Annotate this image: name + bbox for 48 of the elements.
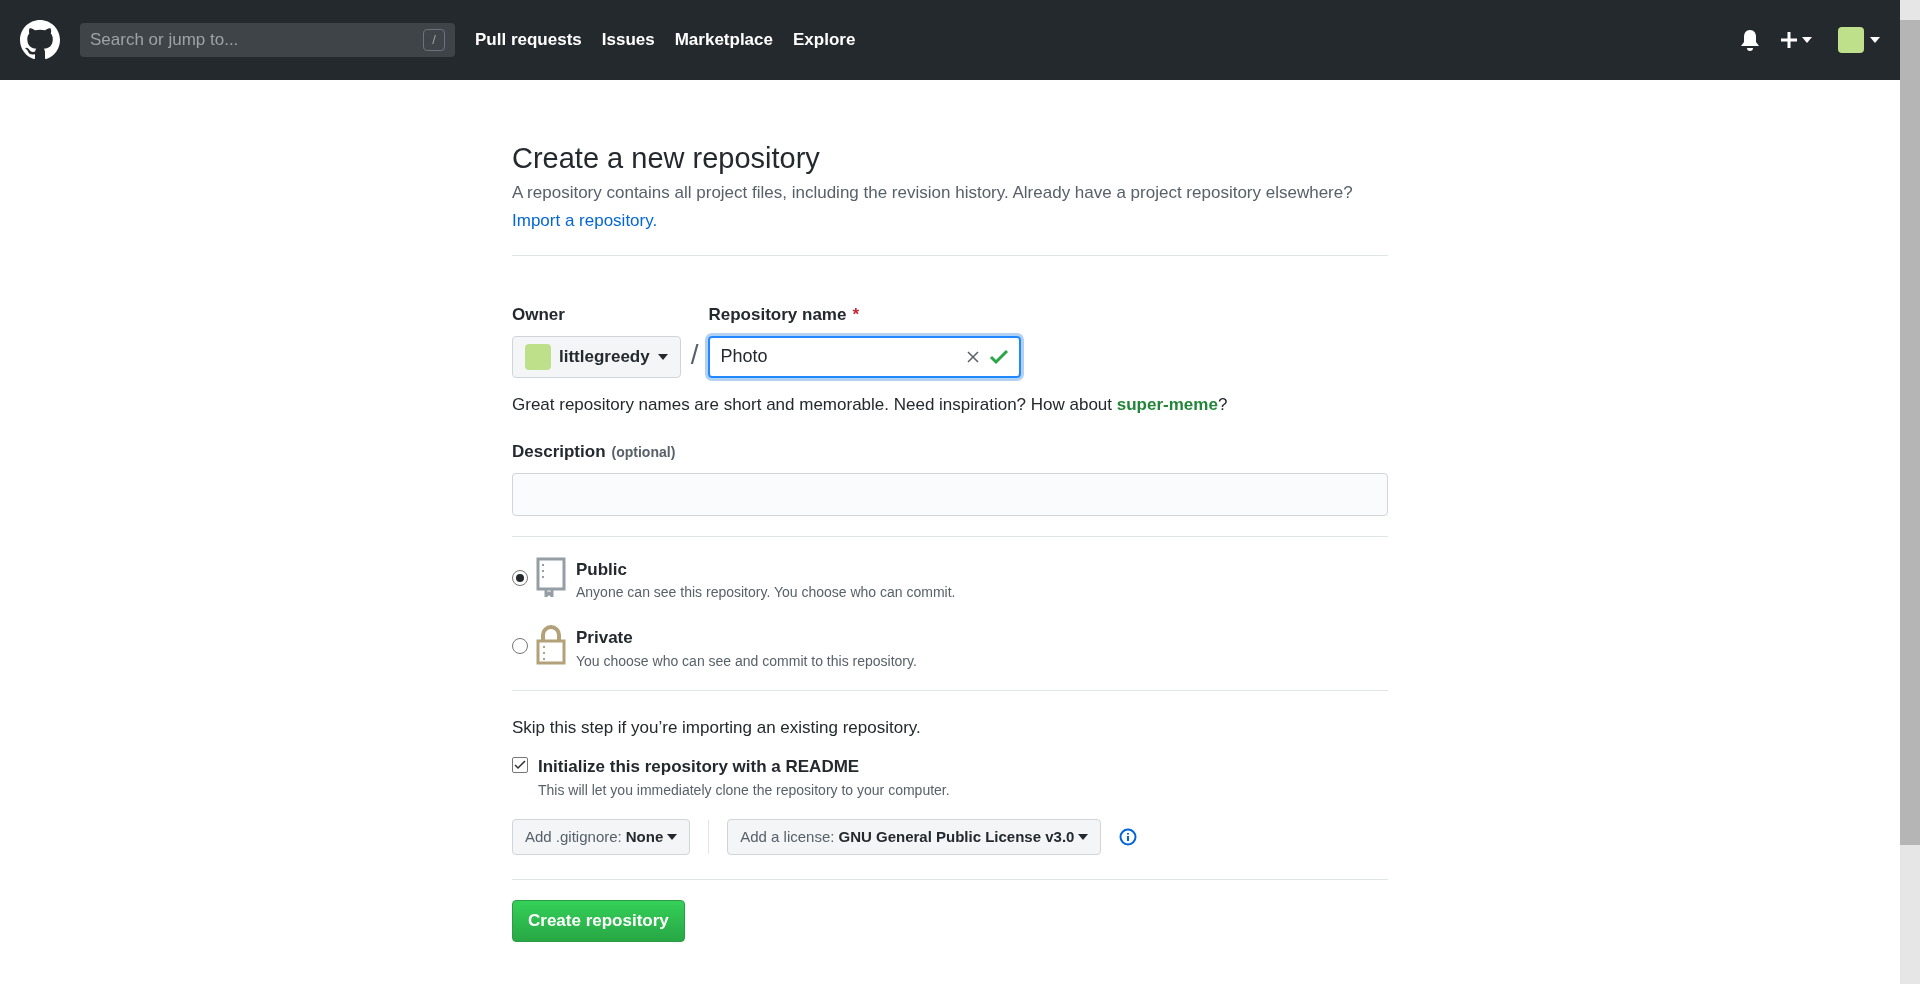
owner-label: Owner xyxy=(512,304,566,327)
owner-dropdown[interactable]: littlegreedy xyxy=(512,335,681,378)
cat-logo-icon[interactable] xyxy=(20,20,60,60)
caret-icon xyxy=(1870,37,1880,43)
info-icon[interactable] xyxy=(1119,827,1138,846)
nav-link[interactable]: Issues xyxy=(601,27,655,53)
repo-name-field[interactable]: Photo xyxy=(708,335,1022,378)
caret-icon xyxy=(667,833,678,840)
required-mark: * xyxy=(852,304,860,327)
avatar xyxy=(525,343,551,370)
description-field[interactable] xyxy=(512,472,1388,516)
gitignore-dropdown[interactable]: Add .gitignore: None xyxy=(512,818,691,855)
option-title: Public xyxy=(576,558,628,581)
nav-link[interactable]: Pull requests xyxy=(475,27,582,53)
lock-icon xyxy=(536,625,566,666)
option-description: You choose who can see and commit to this repository. xyxy=(576,651,917,671)
plus-icon xyxy=(1780,31,1798,49)
search-input[interactable]: Search or jump to... xyxy=(90,27,423,53)
repo-name-input[interactable]: Photo xyxy=(720,343,958,371)
scrollbar[interactable] xyxy=(1900,0,1920,984)
option-title: Private xyxy=(576,627,634,650)
checkbox[interactable] xyxy=(512,757,528,774)
readme-description: This will let you immediately clone the repository to your computer. xyxy=(538,780,950,800)
new-menu-button[interactable] xyxy=(1780,31,1812,49)
name-hint: Great repository names are short and memorable. Need inspiration? How about super-meme? xyxy=(512,393,1229,416)
import-link[interactable]: Import a repository. xyxy=(512,207,658,234)
page-title: Create a new repository xyxy=(512,141,821,176)
nav-link[interactable]: Marketplace xyxy=(674,27,773,53)
caret-icon xyxy=(1078,833,1089,840)
skip-note: Skip this step if you’re importing an existing repository. xyxy=(512,716,922,739)
book-icon xyxy=(536,556,566,597)
search-field[interactable]: Search or jump to... / xyxy=(80,23,455,57)
avatar xyxy=(1838,27,1864,53)
repo-name-label: Repository name * xyxy=(708,302,1022,328)
optional-note: (optional) xyxy=(611,443,676,463)
option-description: Anyone can see this repository. You choose who can commit. xyxy=(576,583,956,603)
caret-icon xyxy=(1802,37,1812,43)
shortcut-key: / xyxy=(423,29,445,51)
caret-icon xyxy=(657,353,668,360)
clear-icon[interactable] xyxy=(967,350,980,363)
bell-icon[interactable] xyxy=(1740,29,1760,51)
profile-menu-button[interactable] xyxy=(1838,27,1880,53)
subtitle: A repository contains all project files, including the revision history. Already have a project repository elsewhere? xyxy=(512,182,1354,205)
readme-label: Initialize this repository with a README xyxy=(538,756,861,779)
nav-link[interactable]: Explore xyxy=(793,27,856,53)
license-dropdown[interactable]: Add a license: GNU General Public License v3.0 xyxy=(727,818,1102,855)
description-label: Description xyxy=(512,441,606,464)
slash: / xyxy=(690,337,699,372)
